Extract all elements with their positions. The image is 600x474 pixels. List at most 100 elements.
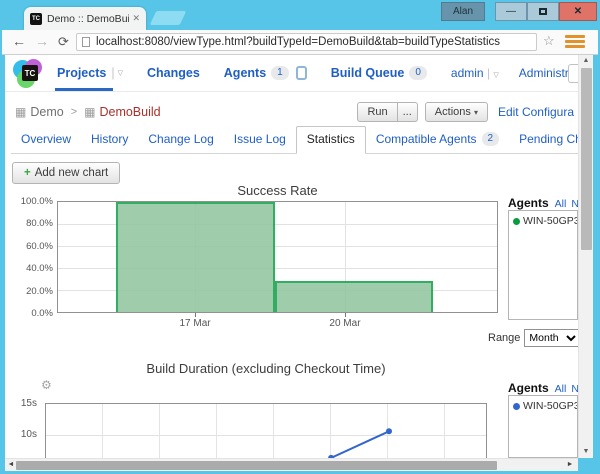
nav-projects[interactable]: Projects | ▽: [55, 66, 123, 91]
build-duration-chart: [45, 403, 487, 458]
range-select[interactable]: Month: [524, 329, 578, 347]
tab-issue-log[interactable]: Issue Log: [224, 127, 296, 153]
plus-icon: +: [24, 167, 31, 179]
breadcrumb-separator: >: [70, 106, 78, 118]
back-icon[interactable]: ←: [12, 33, 26, 50]
nav-separator: |: [111, 66, 115, 80]
search-box-partial[interactable]: [568, 64, 578, 83]
x-axis: 17 Mar 20 Mar: [57, 313, 498, 331]
browser-menu-icon[interactable]: [565, 35, 585, 50]
forward-icon[interactable]: →: [35, 33, 49, 50]
agents-all-link[interactable]: All: [555, 383, 567, 395]
chart1-title: Success Rate: [237, 183, 318, 198]
agent-dot-icon: [513, 217, 520, 225]
gear-icon[interactable]: ⚙: [41, 378, 52, 392]
x-tick: [344, 313, 346, 317]
tab-overview[interactable]: Overview: [11, 127, 81, 153]
tab-statistics[interactable]: Statistics: [295, 126, 366, 154]
breadcrumb-build[interactable]: DemoBuild: [99, 105, 160, 119]
horizontal-scroll-thumb[interactable]: [16, 461, 497, 470]
y-axis-label: 40.0%: [26, 263, 53, 274]
y-axis-label: 0.0%: [31, 308, 53, 319]
duration-line-series: [328, 428, 392, 458]
build-tabs: Overview History Change Log Issue Log St…: [11, 126, 578, 154]
range-control: Range Month: [488, 329, 578, 347]
url-text: localhost:8080/viewType.html?buildTypeId…: [96, 36, 501, 48]
agents-list: WIN-50GP30F: [508, 395, 578, 458]
tab-pending-changes[interactable]: Pending Changes: [509, 127, 578, 153]
user-menu[interactable]: admin | ▽: [451, 66, 499, 80]
profile-button[interactable]: Alan: [441, 2, 485, 21]
success-rate-chart: [57, 201, 498, 313]
refresh-icon[interactable]: ⟳: [58, 33, 69, 50]
y-axis-label: 10s: [20, 429, 37, 440]
scroll-right-icon[interactable]: ►: [564, 459, 576, 471]
header-right: admin | ▽ Administration: [451, 66, 578, 80]
add-new-chart-button[interactable]: + Add new chart: [12, 162, 121, 184]
tab-compatible-agents[interactable]: Compatible Agents 2: [366, 127, 509, 153]
teamcity-favicon: TC: [30, 12, 42, 25]
breadcrumb: ▦ Demo > ▦ DemoBuild Run ... Actions ▾ E…: [15, 99, 574, 125]
close-button[interactable]: ✕: [559, 2, 597, 21]
agent-list-item[interactable]: WIN-50GP30F: [513, 215, 577, 227]
x-tick-label: 20 Mar: [329, 318, 361, 329]
browser-tab[interactable]: TC Demo :: DemoBuild > Stat ✕: [24, 7, 146, 30]
actions-button[interactable]: Actions ▾: [424, 102, 488, 122]
edit-configuration-link[interactable]: Edit Configura: [498, 105, 574, 119]
page-icon: [82, 37, 90, 47]
run-options-button[interactable]: ...: [397, 102, 418, 122]
tab-history[interactable]: History: [81, 127, 138, 153]
minimize-button[interactable]: —: [495, 2, 527, 21]
agents-panel-header: Agents All None: [508, 196, 578, 210]
y-axis-label: 60.0%: [26, 241, 53, 252]
agents-none-link[interactable]: None: [571, 383, 578, 395]
agents-count-badge: 1: [271, 66, 289, 80]
nav-build-queue[interactable]: Build Queue 0: [331, 66, 427, 80]
success-rate-bar: [274, 281, 434, 312]
tab-close-icon[interactable]: ✕: [132, 13, 140, 24]
agent-list-item[interactable]: WIN-50GP30F: [513, 400, 577, 412]
agents-panel-header: Agents All None: [508, 381, 578, 395]
agents-list: WIN-50GP30F: [508, 210, 578, 320]
queue-count-badge: 0: [409, 66, 427, 80]
horizontal-scrollbar[interactable]: ◄ ►: [5, 458, 578, 471]
nav-agents[interactable]: Agents 1: [224, 66, 307, 80]
window-controls: Alan — ✕: [441, 2, 597, 21]
success-rate-bar: [115, 202, 275, 312]
agent-dot-icon: [513, 402, 520, 410]
chevron-down-icon: ▽: [493, 72, 499, 79]
y-axis-label: 80.0%: [26, 218, 53, 229]
scroll-down-icon[interactable]: ▼: [579, 446, 593, 458]
vertical-scrollbar[interactable]: ▲ ▼: [578, 55, 593, 458]
maximize-button[interactable]: [527, 2, 559, 21]
teamcity-logo[interactable]: TC: [13, 58, 43, 88]
agents-all-link[interactable]: All: [555, 198, 567, 210]
vertical-scroll-thumb[interactable]: [581, 68, 592, 250]
y-axis-label: 15s: [20, 398, 37, 409]
scroll-up-icon[interactable]: ▲: [579, 55, 593, 67]
maximize-icon: [539, 8, 547, 15]
project-icon: ▦: [15, 105, 27, 119]
tab-change-log[interactable]: Change Log: [138, 127, 223, 153]
y-axis-label: 100.0%: [20, 196, 53, 207]
teamcity-header: TC Projects | ▽ Changes Agents 1 Build Q…: [5, 55, 578, 92]
chart2-title: Build Duration (excluding Checkout Time): [146, 361, 386, 376]
address-bar[interactable]: localhost:8080/viewType.html?buildTypeId…: [76, 33, 537, 51]
browser-tab-title: Demo :: DemoBuild > Stat: [47, 12, 129, 25]
page-content: TC Projects | ▽ Changes Agents 1 Build Q…: [5, 55, 578, 458]
new-tab-button[interactable]: [149, 11, 187, 25]
caret-down-icon: ▾: [473, 108, 478, 117]
y-axis-label: 20.0%: [26, 286, 53, 297]
compatible-agents-badge: 2: [481, 132, 500, 146]
run-button[interactable]: Run: [357, 102, 398, 122]
nav-changes[interactable]: Changes: [147, 66, 200, 80]
breadcrumb-project[interactable]: Demo: [30, 105, 63, 119]
agents-none-link[interactable]: None: [571, 198, 578, 210]
agent-status-icon: [295, 66, 307, 80]
browser-window: TC Demo :: DemoBuild > Stat ✕ Alan — ✕ ←…: [0, 0, 600, 474]
x-tick-label: 17 Mar: [179, 318, 211, 329]
bookmark-star-icon[interactable]: ☆: [543, 33, 555, 49]
build-config-icon: ▦: [84, 105, 96, 119]
chevron-down-icon[interactable]: ▽: [118, 69, 123, 77]
x-tick: [195, 313, 197, 317]
